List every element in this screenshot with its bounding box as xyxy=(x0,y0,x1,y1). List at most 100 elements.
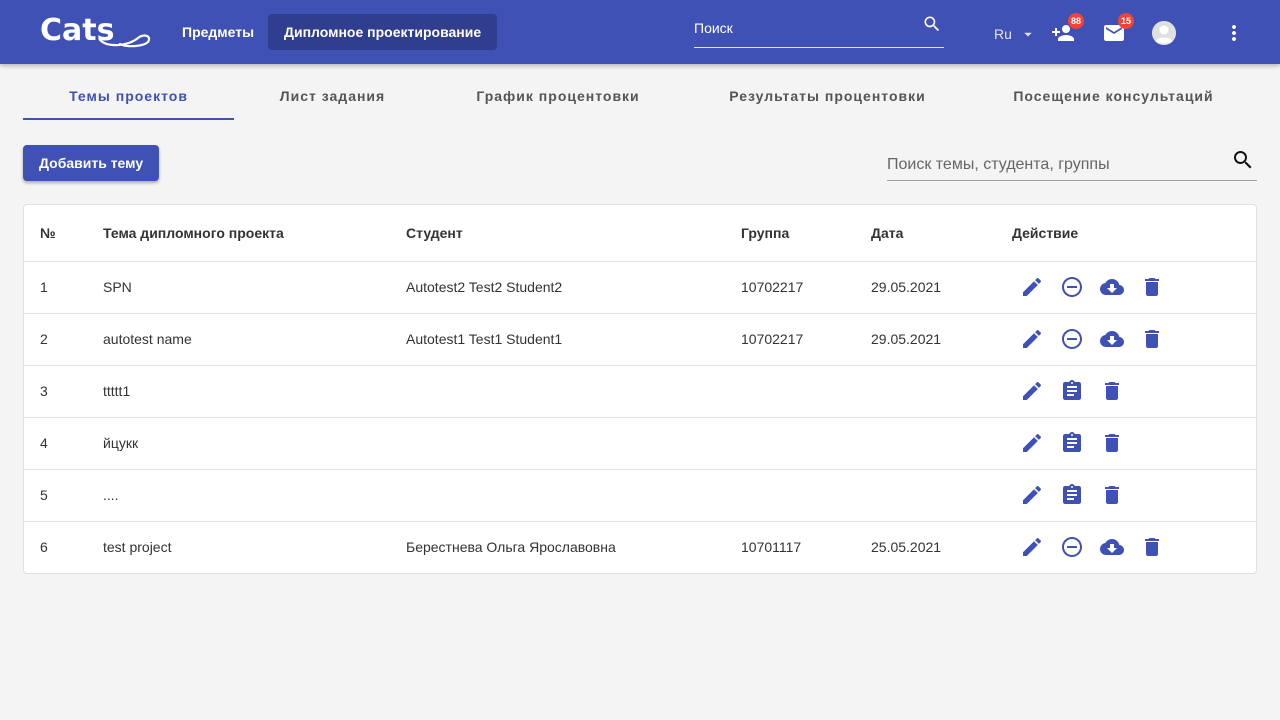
cell-date: 29.05.2021 xyxy=(871,279,942,295)
cloud-download-icon xyxy=(1100,279,1124,295)
delete-icon xyxy=(1105,434,1119,452)
delete-button[interactable] xyxy=(1140,535,1164,559)
app-header: Cats Предметы Дипломное проектирование R… xyxy=(0,0,1280,64)
logo-tail-icon xyxy=(98,34,151,48)
remove-circle-icon xyxy=(1062,277,1082,297)
add-topic-button[interactable]: Добавить тему xyxy=(23,145,160,181)
avatar[interactable] xyxy=(1152,21,1176,45)
topics-table: № Тема дипломного проекта Студент Группа… xyxy=(23,204,1257,574)
edit-button[interactable] xyxy=(1020,483,1044,507)
column-header-date[interactable]: Дата xyxy=(871,205,903,262)
edit-button[interactable] xyxy=(1020,535,1044,559)
assignment-icon xyxy=(1063,432,1081,452)
column-header-actions: Действие xyxy=(1012,225,1079,241)
assign-button[interactable] xyxy=(1060,431,1084,455)
edit-icon xyxy=(1023,329,1042,348)
delete-button[interactable] xyxy=(1100,483,1124,507)
table-row: 1 SPN Autotest2 Test2 Student2 10702217 29.0… xyxy=(24,262,1256,314)
remove-circle-icon xyxy=(1062,329,1082,349)
topic-search-input[interactable] xyxy=(887,155,1217,175)
cell-student: Autotest1 Test1 Student1 xyxy=(406,331,563,347)
cell-number: 1 xyxy=(40,279,48,295)
cell-group: 10701117 xyxy=(741,539,802,555)
edit-icon xyxy=(1023,537,1042,556)
cell-student: Autotest2 Test2 Student2 xyxy=(406,279,563,295)
delete-icon xyxy=(1145,538,1159,556)
download-button[interactable] xyxy=(1100,535,1124,559)
column-header-number[interactable]: № xyxy=(40,205,56,262)
search-icon[interactable] xyxy=(1231,148,1255,177)
user-avatar-icon xyxy=(1152,21,1176,45)
nav-diploma-design[interactable]: Дипломное проектирование xyxy=(268,14,498,50)
more-menu-button[interactable] xyxy=(1222,21,1246,50)
tab-project-topics[interactable]: Темы проектов xyxy=(23,72,234,120)
column-header-topic[interactable]: Тема дипломного проекта xyxy=(103,205,284,262)
arrow-drop-down-icon xyxy=(1024,32,1032,37)
column-header-student[interactable]: Студент xyxy=(406,205,463,262)
edit-icon xyxy=(1023,277,1042,296)
cell-topic: ttttt1 xyxy=(103,383,131,399)
cell-topic: йцукк xyxy=(103,435,139,451)
language-select[interactable]: Ru xyxy=(994,26,1032,42)
assign-button[interactable] xyxy=(1060,483,1084,507)
edit-icon xyxy=(1023,433,1042,452)
unassign-button[interactable] xyxy=(1060,327,1084,351)
more-vert-icon xyxy=(1232,25,1236,41)
cell-date: 25.05.2021 xyxy=(871,539,942,555)
header-search-input[interactable] xyxy=(694,18,914,38)
messages-button[interactable]: 15 xyxy=(1102,13,1134,50)
tab-assignment-sheet[interactable]: Лист задания xyxy=(234,72,431,120)
messages-badge: 15 xyxy=(1118,13,1134,29)
project-tabs: Темы проектов Лист задания График процен… xyxy=(23,72,1257,120)
cell-topic: autotest name xyxy=(103,331,192,347)
cell-number: 3 xyxy=(40,383,48,399)
cell-date: 29.05.2021 xyxy=(871,331,942,347)
edit-button[interactable] xyxy=(1020,431,1044,455)
delete-icon xyxy=(1145,330,1159,348)
cell-student: Берестнева Ольга Ярославовна xyxy=(406,539,616,555)
search-icon[interactable] xyxy=(922,14,942,39)
download-button[interactable] xyxy=(1100,275,1124,299)
nav-subjects[interactable]: Предметы xyxy=(166,14,270,50)
tab-percentage-results[interactable]: Результаты процентовки xyxy=(685,72,970,120)
assign-button[interactable] xyxy=(1060,379,1084,403)
cell-number: 6 xyxy=(40,539,48,555)
cloud-download-icon xyxy=(1100,331,1124,347)
cell-topic: .... xyxy=(103,487,119,503)
cell-topic: test project xyxy=(103,539,172,555)
cell-group: 10702217 xyxy=(741,331,804,347)
delete-button[interactable] xyxy=(1140,275,1164,299)
delete-button[interactable] xyxy=(1140,327,1164,351)
table-row: 5.... xyxy=(24,470,1256,522)
delete-button[interactable] xyxy=(1100,379,1124,403)
topic-search xyxy=(887,148,1257,181)
friend-requests-button[interactable]: 88 xyxy=(1052,13,1084,50)
column-header-group[interactable]: Группа xyxy=(741,205,789,262)
delete-icon xyxy=(1105,486,1119,504)
cell-topic: SPN xyxy=(103,279,132,295)
language-value: Ru xyxy=(994,26,1012,42)
edit-button[interactable] xyxy=(1020,275,1044,299)
delete-button[interactable] xyxy=(1100,431,1124,455)
cloud-download-icon xyxy=(1100,539,1124,555)
assignment-icon xyxy=(1063,380,1081,400)
cell-number: 5 xyxy=(40,487,48,503)
tab-percentage-schedule[interactable]: График процентовки xyxy=(431,72,685,120)
edit-button[interactable] xyxy=(1020,327,1044,351)
edit-button[interactable] xyxy=(1020,379,1044,403)
delete-icon xyxy=(1145,278,1159,296)
table-row: 6 test project Берестнева Ольга Ярославовн… xyxy=(24,522,1256,574)
requests-badge: 88 xyxy=(1068,13,1084,29)
edit-icon xyxy=(1023,485,1042,504)
download-button[interactable] xyxy=(1100,327,1124,351)
unassign-button[interactable] xyxy=(1060,275,1084,299)
table-row: 3 ttttt1 xyxy=(24,366,1256,418)
assignment-icon xyxy=(1063,484,1081,504)
app-logo[interactable]: Cats xyxy=(40,14,156,50)
edit-icon xyxy=(1023,381,1042,400)
tab-consultation-attendance[interactable]: Посещение консультаций xyxy=(970,72,1257,120)
table-row: 2 autotest name Autotest1 Test1 Student1 10… xyxy=(24,314,1256,366)
cell-group: 10702217 xyxy=(741,279,804,295)
unassign-button[interactable] xyxy=(1060,535,1084,559)
cell-number: 4 xyxy=(40,435,48,451)
